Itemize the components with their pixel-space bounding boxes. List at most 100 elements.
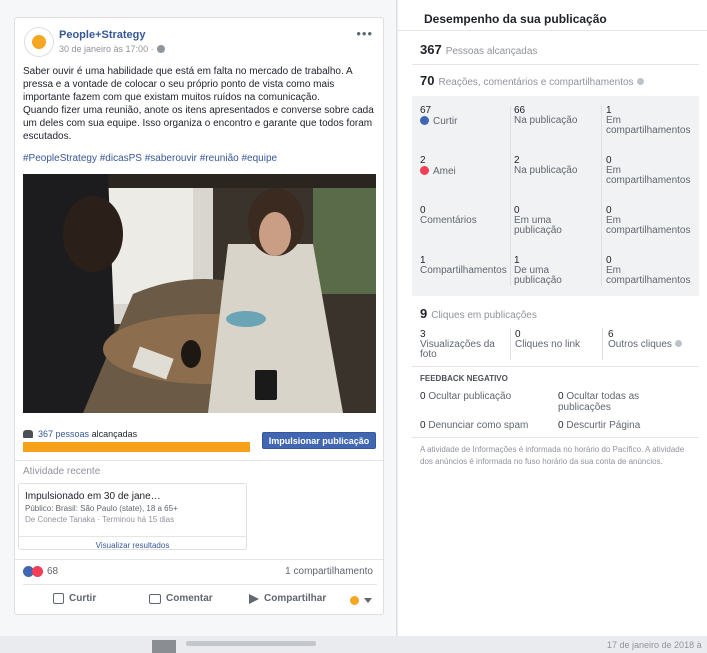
love-label: Amei <box>433 166 456 177</box>
people-reached-number: 367 <box>420 42 442 57</box>
engagement-label: Reações, comentários e compartilhamentos <box>438 77 634 88</box>
comment-button[interactable]: Comentar <box>149 593 213 604</box>
photo-views: 3 Visualizações da foto <box>420 330 508 360</box>
activity-meta: De Conecte Tanaka · Terminou há 15 dias <box>25 515 175 524</box>
divider <box>23 584 377 585</box>
column-divider <box>601 106 602 286</box>
report-spam: 0 Denunciar como spam <box>420 420 550 431</box>
divider <box>15 559 383 560</box>
post-card: People+Strategy 30 de janeiro às 17:00 ·… <box>14 17 384 615</box>
post-pane: People+Strategy 30 de janeiro às 17:00 ·… <box>0 0 397 636</box>
info-icon[interactable] <box>674 340 682 347</box>
feed-text-blur <box>186 641 316 646</box>
clicks-label: Cliques em publicações <box>431 310 537 321</box>
engagement-breakdown: 67 Curtir 66 Na publicação 1 Em compartilha… <box>412 96 699 296</box>
count: 0 <box>420 391 426 402</box>
divider <box>398 30 707 31</box>
count: 0 <box>558 420 564 431</box>
more-options-icon[interactable]: ••• <box>356 26 373 41</box>
divider <box>412 366 699 367</box>
feed-thumbnail <box>152 640 176 653</box>
performance-panel: Desempenho da sua publicação 367 Pessoas … <box>398 0 707 636</box>
label: Descurtir Página <box>566 420 641 431</box>
photo-illustration <box>23 174 376 413</box>
audience-selector[interactable] <box>350 596 372 605</box>
post-timestamp[interactable]: 30 de janeiro às 17:00 · <box>59 44 165 54</box>
page-icon <box>350 596 359 605</box>
logo-icon <box>32 35 46 49</box>
label: Na publicação <box>514 115 578 126</box>
count: 0 <box>420 420 426 431</box>
unlike-page: 0 Descurtir Página <box>558 420 688 431</box>
page-name[interactable]: People+Strategy <box>59 29 146 41</box>
breakdown-comments-on-post: 0 Em uma publicação <box>514 206 599 236</box>
breakdown-comments-on-shares: 0 Em compartilhamentos <box>606 206 698 236</box>
label: Em compartilhamentos <box>606 165 691 186</box>
breakdown-like-on-shares: 1 Em compartilhamentos <box>606 106 698 136</box>
divider <box>412 64 699 65</box>
post-header: People+Strategy 30 de janeiro às 17:00 ·… <box>15 18 383 62</box>
like-icon <box>420 116 429 125</box>
info-icon[interactable] <box>636 78 644 85</box>
label: Denunciar como spam <box>428 420 529 431</box>
reach-count[interactable]: 367 pessoas <box>38 429 89 439</box>
breakdown-like: 67 Curtir <box>420 106 505 127</box>
share-label: Compartilhar <box>264 593 327 604</box>
reactions-count: 68 <box>47 566 59 577</box>
hide-all-posts: 0 Ocultar todas as publicações <box>558 391 678 413</box>
like-label: Curtir <box>433 116 458 127</box>
people-icon <box>23 430 33 438</box>
view-results-link[interactable]: Visualizar resultados <box>19 536 246 550</box>
post-photo[interactable] <box>23 174 376 413</box>
like-count: 67 <box>420 105 432 116</box>
reach-summary: 367 pessoas alcançadas <box>23 429 137 439</box>
reactions-summary[interactable]: 68 <box>23 566 58 577</box>
share-icon <box>249 593 259 604</box>
label: Outros cliques <box>608 339 672 350</box>
page-avatar[interactable] <box>24 27 54 57</box>
reach-bar-fill <box>23 442 250 452</box>
label: Na publicação <box>514 165 578 176</box>
breakdown-shares-on-shares: 0 Em compartilhamentos <box>606 256 698 286</box>
label: Comentários <box>420 215 477 226</box>
divider <box>15 460 383 461</box>
activity-card: Impulsionado em 30 de jane… Público: Bra… <box>18 483 247 550</box>
label: Em compartilhamentos <box>606 115 691 136</box>
activity-audience: Público: Brasil: São Paulo (state), 18 a… <box>25 504 178 513</box>
love-icon <box>420 166 429 175</box>
label: Em compartilhamentos <box>606 215 691 236</box>
breakdown-comments: 0 Comentários <box>420 206 505 226</box>
background-feed-strip: 17 de janeiro de 2018 à <box>0 636 707 653</box>
share-button[interactable]: Compartilhar <box>249 593 326 604</box>
love-reaction-icon <box>32 566 43 577</box>
people-reached: 367 Pessoas alcançadas <box>420 42 537 57</box>
breakdown-love-on-shares: 0 Em compartilhamentos <box>606 156 698 186</box>
other-clicks: 6 Outros cliques <box>608 330 700 350</box>
love-count: 2 <box>420 155 426 166</box>
column-divider <box>510 106 511 286</box>
hide-post: 0 Ocultar publicação <box>420 391 550 402</box>
comment-label: Comentar <box>166 593 213 604</box>
reach-suffix: alcançadas <box>91 429 138 439</box>
divider <box>412 437 699 438</box>
recent-activity-title: Atividade recente <box>23 466 101 477</box>
breakdown-love-on-post: 2 Na publicação <box>514 156 599 176</box>
post-clicks: 9 Cliques em publicações <box>420 306 537 321</box>
breakdown-like-on-post: 66 Na publicação <box>514 106 599 126</box>
breakdown-love: 2 Amei <box>420 156 505 177</box>
boost-post-button[interactable]: Impulsionar publicação <box>262 432 376 449</box>
label: Em uma publicação <box>514 215 562 236</box>
thumbs-up-icon <box>53 593 64 604</box>
breakdown-shares-from-post: 1 De uma publicação <box>514 256 599 286</box>
post-text: Saber ouvir é uma habilidade que está em… <box>23 66 374 142</box>
post-hashtags[interactable]: #PeopleStrategy #dicasPS #saberouvir #re… <box>23 153 277 164</box>
column-divider <box>602 328 603 360</box>
feed-date: 17 de janeiro de 2018 à <box>607 640 702 650</box>
link-clicks: 0 Cliques no link <box>515 330 600 350</box>
like-label: Curtir <box>69 593 97 604</box>
label: De uma publicação <box>514 265 562 286</box>
shares-count[interactable]: 1 compartilhamento <box>285 566 373 577</box>
engagement-total: 70 Reações, comentários e compartilhament… <box>420 73 644 88</box>
timestamp-text: 30 de janeiro às 17:00 · <box>59 44 154 54</box>
like-button[interactable]: Curtir <box>53 593 96 604</box>
